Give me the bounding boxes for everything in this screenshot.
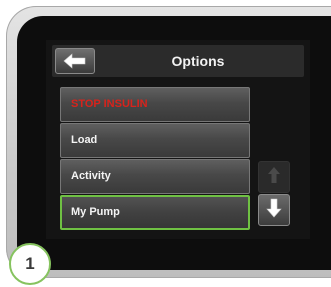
menu-item-label: My Pump bbox=[71, 206, 120, 218]
menu-item-my-pump[interactable]: My Pump bbox=[60, 195, 250, 230]
step-number-badge: 1 bbox=[9, 243, 51, 285]
scroll-up-button[interactable] bbox=[258, 161, 290, 193]
menu-item-label: Activity bbox=[71, 170, 111, 182]
up-arrow-icon bbox=[267, 166, 281, 189]
menu-item-label: Load bbox=[71, 134, 98, 146]
down-arrow-icon bbox=[266, 198, 282, 223]
menu-item-label: STOP INSULIN bbox=[71, 98, 148, 110]
touch-screen: Options STOP INSULIN Load Activity My Pu… bbox=[46, 40, 310, 239]
stage: Options STOP INSULIN Load Activity My Pu… bbox=[0, 0, 331, 287]
left-arrow-icon bbox=[63, 53, 87, 69]
menu-item-stop-insulin[interactable]: STOP INSULIN bbox=[60, 87, 250, 122]
scroll-down-button[interactable] bbox=[258, 194, 290, 226]
menu-item-activity[interactable]: Activity bbox=[60, 159, 250, 194]
back-button[interactable] bbox=[55, 48, 95, 74]
page-title: Options bbox=[171, 53, 225, 69]
menu-item-load[interactable]: Load bbox=[60, 123, 250, 158]
options-menu: STOP INSULIN Load Activity My Pump bbox=[60, 87, 250, 231]
screen-header: Options bbox=[52, 45, 304, 77]
